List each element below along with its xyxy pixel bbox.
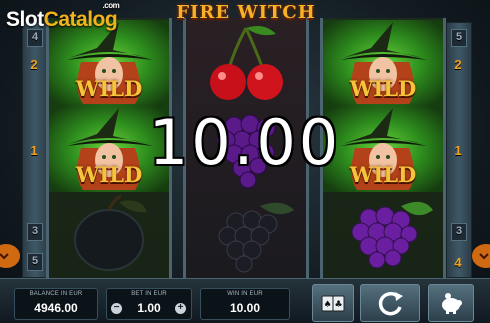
plum-symbol xyxy=(49,192,169,278)
grapes-symbol xyxy=(323,192,443,278)
bet-label: BET IN EUR xyxy=(131,291,167,297)
win-value: 10.00 xyxy=(229,301,261,315)
payline-marker: 2 xyxy=(454,57,462,72)
payline-marker: 5 xyxy=(27,253,43,271)
cards-icon: ♠ ♣ xyxy=(321,295,345,312)
spin-arrow-icon xyxy=(378,291,403,316)
grapes-symbol xyxy=(186,192,306,278)
wild-label: WILD xyxy=(75,76,143,101)
payline-marker: 2 xyxy=(30,57,38,72)
game-title: FIRE WITCH xyxy=(176,2,316,23)
svg-text:♠: ♠ xyxy=(323,300,331,310)
logo-text-catalog: Catalog xyxy=(43,8,118,31)
bet-panel: BET IN EUR − 1.00 + xyxy=(106,288,192,320)
plum-icon xyxy=(74,194,147,271)
grapes-icon xyxy=(218,202,294,273)
payline-marker: 3 xyxy=(451,223,467,241)
logo-text-slot: Slot xyxy=(6,8,44,31)
wild-symbol: WILD xyxy=(323,20,443,106)
payline-marker: 5 xyxy=(451,29,467,47)
grapes-icon xyxy=(351,201,433,269)
left-payline-rail: 4 2 1 3 5 xyxy=(22,22,48,278)
balance-label: BALANCE IN EUR xyxy=(29,291,83,297)
slotcatalog-watermark: SlotCatalog .com xyxy=(6,1,120,32)
slot-game-screen: SlotCatalog .com FIRE WITCH 4 2 1 3 5 5 … xyxy=(0,0,490,323)
autoplay-button[interactable] xyxy=(428,284,474,322)
payline-marker: 1 xyxy=(454,143,462,158)
spin-button[interactable] xyxy=(360,284,420,322)
pumpkin-icon xyxy=(472,244,490,268)
balance-value: 4946.00 xyxy=(34,301,78,315)
win-amount-overlay: 10.00 xyxy=(148,106,342,179)
win-label: WIN IN EUR xyxy=(227,291,263,297)
svg-text:♣: ♣ xyxy=(334,300,342,310)
cherries-icon xyxy=(210,26,283,100)
wild-symbol: WILD xyxy=(49,20,169,106)
control-bar: BALANCE IN EUR 4946.00 BET IN EUR − 1.00… xyxy=(0,278,490,323)
logo-suffix: .com xyxy=(102,1,120,10)
cherries-symbol xyxy=(186,20,306,106)
pumpkin-icon xyxy=(0,244,20,268)
wild-label: WILD xyxy=(349,76,417,101)
payline-marker: 3 xyxy=(27,223,43,241)
win-panel: WIN IN EUR 10.00 xyxy=(200,288,290,320)
payline-marker: 4 xyxy=(454,255,462,270)
balance-panel: BALANCE IN EUR 4946.00 xyxy=(14,288,98,320)
bet-increase-button[interactable]: + xyxy=(175,303,186,314)
gamble-cards-button[interactable]: ♠ ♣ xyxy=(312,284,354,322)
piggy-bank-icon xyxy=(442,293,462,314)
right-payline-rail: 5 2 1 3 4 xyxy=(446,22,472,278)
payline-marker: 1 xyxy=(30,143,38,158)
